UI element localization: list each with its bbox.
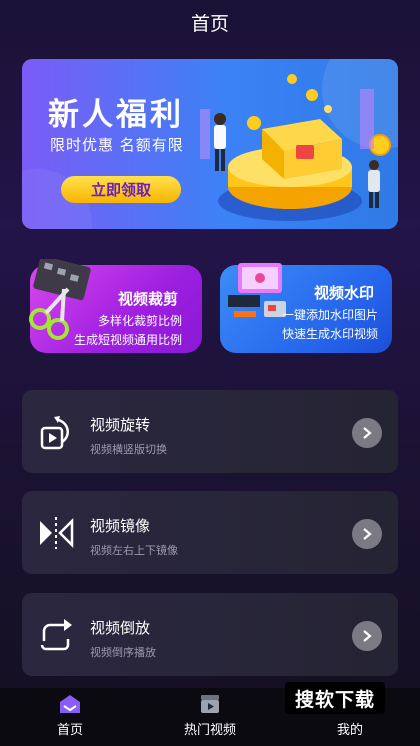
- site-watermark-badge: 搜软下载: [285, 682, 385, 714]
- video-watermark-desc-1: 一键添加水印图片: [282, 308, 379, 322]
- tab-hot-videos[interactable]: 热门视频: [140, 688, 280, 746]
- header: 首页: [0, 0, 420, 44]
- promo-banner[interactable]: 新人福利 限时优惠 名额有限 立即领取: [22, 59, 398, 229]
- video-crop-card[interactable]: 视频裁剪 多样化裁剪比例 生成短视频通用比例: [29, 259, 202, 353]
- claim-now-button[interactable]: 立即领取: [61, 176, 181, 203]
- video-reverse-subtitle: 视频倒序播放: [90, 646, 156, 659]
- video-reverse-title: 视频倒放: [90, 619, 151, 637]
- video-rotate-subtitle: 视频横竖版切换: [90, 443, 167, 456]
- reverse-icon: [40, 619, 72, 651]
- video-mirror-subtitle: 视频左右上下镜像: [90, 544, 178, 557]
- banner-title: 新人福利: [48, 97, 184, 133]
- video-crop-desc-1: 多样化裁剪比例: [98, 314, 183, 328]
- video-mirror-title: 视频镜像: [90, 517, 151, 535]
- chevron-right-icon[interactable]: [352, 621, 382, 651]
- mirror-icon: [40, 517, 74, 549]
- video-mirror-item[interactable]: 视频镜像 视频左右上下镜像: [22, 491, 398, 574]
- video-crop-title: 视频裁剪: [118, 290, 179, 308]
- gift-coins-illustration-icon: [200, 74, 391, 221]
- video-watermark-desc-2: 快速生成水印视频: [282, 327, 379, 341]
- chevron-right-icon[interactable]: [352, 519, 382, 549]
- home-icon: [60, 695, 80, 713]
- chevron-right-icon[interactable]: [352, 418, 382, 448]
- tab-home-label: 首页: [56, 723, 83, 738]
- clapperboard-icon: [201, 695, 219, 713]
- page-title: 首页: [190, 12, 229, 35]
- video-rotate-title: 视频旋转: [90, 416, 151, 434]
- video-reverse-item[interactable]: 视频倒放 视频倒序播放: [22, 593, 398, 676]
- tab-profile-label: 我的: [336, 723, 363, 738]
- video-watermark-card[interactable]: 视频水印 一键添加水印图片 快速生成水印视频: [220, 263, 392, 353]
- tab-home[interactable]: 首页: [0, 688, 140, 746]
- video-rotate-item[interactable]: 视频旋转 视频横竖版切换: [22, 390, 398, 473]
- video-crop-desc-2: 生成短视频通用比例: [74, 333, 183, 347]
- video-watermark-title: 视频水印: [314, 284, 375, 302]
- tab-hot-videos-label: 热门视频: [183, 723, 236, 738]
- banner-subtitle: 限时优惠 名额有限: [50, 136, 184, 154]
- rotate-video-icon: [40, 416, 69, 450]
